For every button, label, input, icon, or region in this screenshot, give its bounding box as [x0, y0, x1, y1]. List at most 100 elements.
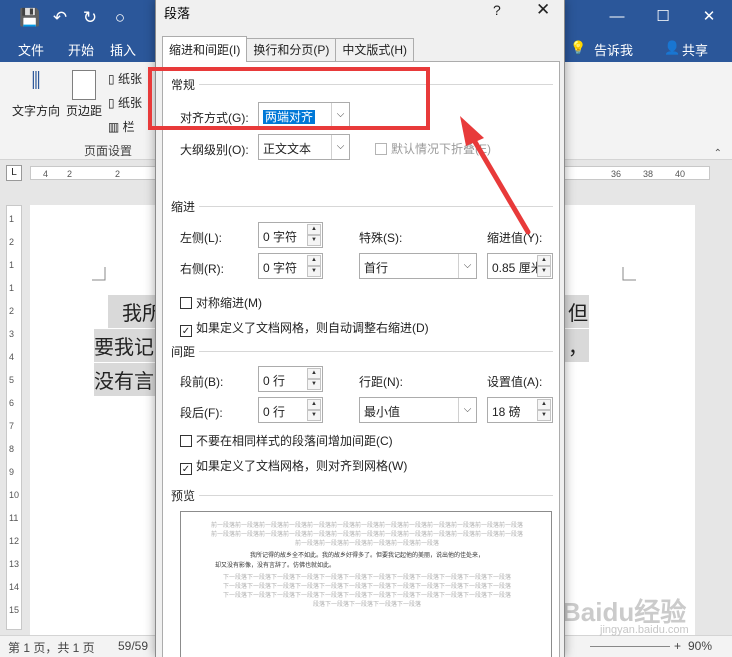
minimize-icon[interactable]: — [594, 0, 640, 36]
share-button[interactable]: 共享 [682, 40, 708, 59]
special-select[interactable]: 首行 ⌵ [359, 253, 477, 279]
ruler-number: 9 [9, 467, 15, 477]
spin-up-icon[interactable]: ▲ [537, 399, 551, 410]
left-indent-value: 0 字符 [263, 230, 298, 244]
spin-down-icon[interactable]: ▼ [307, 410, 321, 421]
spin-up-icon[interactable]: ▲ [307, 255, 321, 266]
tab-asian-typography[interactable]: 中文版式(H) [335, 38, 414, 62]
close-window-icon[interactable]: ✕ [686, 0, 732, 36]
tab-insert[interactable]: 插入 [110, 40, 136, 59]
line-spacing-select[interactable]: 最小值 ⌵ [359, 397, 477, 423]
space-after-spinner[interactable]: 0 行 ▲ ▼ [258, 397, 323, 423]
ruler-number: 1 [9, 260, 15, 270]
ruler-number: 36 [611, 169, 622, 179]
word-count[interactable]: 59/59 [118, 639, 148, 653]
divider [199, 206, 553, 207]
quick-access-toolbar: 💾 ↶ ↻ ○ [0, 0, 132, 36]
margins-button[interactable]: 页边距 [64, 70, 104, 119]
special-label: 特殊(S): [359, 231, 403, 245]
checkmark-icon: ✓ [180, 325, 192, 337]
columns-button[interactable]: ▥ 栏 [108, 118, 135, 135]
undo-icon[interactable]: ↶ [48, 8, 72, 28]
ruler-number: 1 [9, 214, 15, 224]
circle-icon[interactable]: ○ [108, 8, 132, 28]
lightbulb-icon[interactable]: 💡 [570, 40, 586, 56]
auto-adjust-indent-checkbox[interactable]: ✓ 如果定义了文档网格，则自动调整右缩进(D) [180, 319, 429, 337]
snap-to-grid-checkbox[interactable]: ✓ 如果定义了文档网格，则对齐到网格(W) [180, 457, 407, 475]
at-value: 18 磅 [492, 405, 521, 419]
mirror-indents-checkbox[interactable]: 对称缩进(M) [180, 294, 262, 311]
vertical-scrollbar[interactable] [714, 186, 732, 636]
collapse-default-checkbox[interactable]: 默认情况下折叠(E) [375, 140, 491, 157]
spin-down-icon[interactable]: ▼ [307, 266, 321, 277]
text-direction-button[interactable]: ⫼ 文字方向 [10, 70, 62, 119]
margins-icon [72, 70, 96, 100]
right-indent-spinner[interactable]: 0 字符 ▲ ▼ [258, 253, 323, 279]
zoom-in-icon[interactable]: + [674, 639, 681, 653]
spin-up-icon[interactable]: ▲ [307, 368, 321, 379]
spin-down-icon[interactable]: ▼ [307, 379, 321, 390]
redo-icon[interactable]: ↻ [78, 8, 102, 28]
vertical-ruler: 1 2 1 1 2 3 4 5 6 7 8 9 10 11 12 13 14 15 [6, 205, 22, 630]
user-icon[interactable]: 👤 [664, 40, 680, 56]
tab-selector[interactable]: L [6, 165, 22, 181]
page-count[interactable]: 第 1 页，共 1 页 [8, 639, 95, 656]
tab-indents-spacing[interactable]: 缩进和间距(I) [162, 36, 248, 62]
preview-box: 前一段落前一段落前一段落前一段落前一段落前一段落前一段落前一段落前一段落前一段落… [180, 511, 552, 657]
special-value: 首行 [364, 261, 389, 275]
preview-previous-paragraph: 前一段落前一段落前一段落前一段落前一段落前一段落前一段落前一段落前一段落前一段落… [210, 532, 523, 538]
columns-icon: ▥ [108, 120, 123, 134]
collapse-ribbon-icon[interactable]: ⌃ [714, 148, 722, 159]
preview-next-paragraph: 下一段落下一段落下一段落下一段落下一段落下一段落下一段落下一段落下一段落下一段落… [222, 584, 511, 590]
snap-to-grid-label: 如果定义了文档网格，则对齐到网格(W) [196, 459, 408, 473]
auto-adjust-indent-label: 如果定义了文档网格，则自动调整右缩进(D) [196, 321, 429, 335]
spin-up-icon[interactable]: ▲ [307, 224, 321, 235]
ruler-number: 15 [9, 605, 20, 615]
paper-icon: ▯ [108, 72, 118, 86]
zoom-slider[interactable] [590, 646, 670, 647]
tab-home[interactable]: 开始 [68, 40, 94, 59]
crop-mark [92, 267, 106, 281]
spin-down-icon[interactable]: ▼ [307, 235, 321, 246]
space-before-spinner[interactable]: 0 行 ▲ ▼ [258, 366, 323, 392]
close-button[interactable]: ✕ [536, 0, 550, 20]
ruler-number: 40 [675, 169, 686, 179]
paper-orientation-button[interactable]: ▯ 纸张 [108, 70, 142, 87]
spin-down-icon[interactable]: ▼ [537, 410, 551, 421]
no-space-same-style-label: 不要在相同样式的段落间增加间距(C) [196, 434, 393, 448]
help-button[interactable]: ? [493, 2, 501, 18]
checkbox-icon [375, 143, 387, 155]
checkbox-icon [180, 435, 192, 447]
at-spinner[interactable]: 18 磅 ▲ ▼ [487, 397, 553, 423]
right-indent-value: 0 字符 [263, 261, 298, 275]
section-indentation: 缩进 [171, 200, 196, 214]
ruler-number: 7 [9, 421, 15, 431]
space-before-label: 段前(B): [180, 375, 224, 389]
indent-by-spinner[interactable]: 0.85 厘米 ▲ ▼ [487, 253, 553, 279]
section-preview: 预览 [171, 489, 196, 503]
tell-me[interactable]: 告诉我 [594, 40, 633, 59]
no-space-same-style-checkbox[interactable]: 不要在相同样式的段落间增加间距(C) [180, 432, 393, 449]
ruler-number: 2 [9, 306, 15, 316]
watermark-url: jingyan.baidu.com [600, 624, 689, 636]
window-controls: — ☐ ✕ [594, 0, 732, 36]
paper-label-2: 纸张 [117, 96, 142, 110]
tab-line-page-breaks[interactable]: 换行和分页(P) [246, 38, 337, 62]
paper-size-button[interactable]: ▯ 纸张 [108, 94, 142, 111]
space-before-value: 0 行 [263, 374, 286, 388]
zoom-level[interactable]: 90% [688, 639, 712, 653]
indent-by-label: 缩进值(Y): [487, 231, 543, 245]
line-spacing-label: 行距(N): [359, 375, 403, 389]
checkbox-icon [180, 297, 192, 309]
spin-up-icon[interactable]: ▲ [537, 255, 551, 266]
outline-level-select[interactable]: 正文文本 ⌵ [258, 134, 350, 160]
tab-file[interactable]: 文件 [18, 40, 44, 59]
ruler-number: 12 [9, 536, 20, 546]
maximize-icon[interactable]: ☐ [640, 0, 686, 36]
spin-down-icon[interactable]: ▼ [537, 266, 551, 277]
spin-up-icon[interactable]: ▲ [307, 399, 321, 410]
preview-next-paragraph: 段落下一段落下一段落下一段落下一段落 [312, 602, 421, 608]
left-indent-spinner[interactable]: 0 字符 ▲ ▼ [258, 222, 323, 248]
save-icon[interactable]: 💾 [18, 8, 42, 28]
preview-next-paragraph: 下一段落下一段落下一段落下一段落下一段落下一段落下一段落下一段落下一段落下一段落… [222, 593, 511, 599]
